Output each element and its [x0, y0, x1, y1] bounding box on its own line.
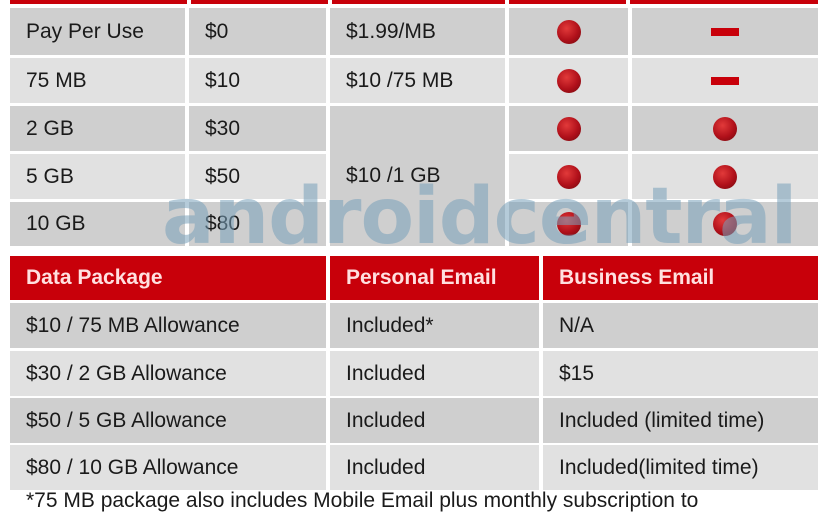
plan-name: 75 MB	[10, 58, 185, 103]
check-icon	[713, 116, 737, 141]
business-email-cell: $15	[543, 351, 818, 396]
feature-cell	[632, 58, 818, 103]
feature-cell	[632, 8, 818, 55]
plan-price: $80	[189, 202, 326, 246]
plan-overage-merged: $10 /1 GB	[330, 106, 505, 246]
feature-cell	[509, 8, 628, 55]
footnote: *75 MB package also includes Mobile Emai…	[26, 489, 699, 512]
plan-name: 10 GB	[10, 202, 185, 246]
column-separator	[328, 0, 332, 4]
feature-cell	[509, 202, 628, 246]
check-icon	[556, 19, 581, 44]
header-data-package: Data Package	[10, 256, 326, 300]
business-email-cell: N/A	[543, 303, 818, 348]
plan-price: $0	[189, 8, 326, 55]
header-personal-email: Personal Email	[330, 256, 539, 300]
feature-cell	[509, 106, 628, 151]
header-business-email: Business Email	[543, 256, 818, 300]
column-separator	[187, 0, 191, 4]
plan-price: $10	[189, 58, 326, 103]
business-email-cell: Included (limited time)	[543, 398, 818, 443]
check-icon	[556, 164, 581, 189]
feature-cell	[509, 154, 628, 199]
personal-email-cell: Included	[330, 398, 539, 443]
feature-cell	[632, 154, 818, 199]
top-table-header-strip	[10, 0, 818, 4]
plan-price: $30	[189, 106, 326, 151]
plan-price: $50	[189, 154, 326, 199]
package-cell: $10 / 75 MB Allowance	[10, 303, 326, 348]
feature-cell	[632, 106, 818, 151]
feature-cell	[632, 202, 818, 246]
check-icon	[556, 212, 581, 236]
business-email-cell: Included(limited time)	[543, 445, 818, 490]
plan-overage: $10 /75 MB	[330, 58, 505, 103]
personal-email-cell: Included	[330, 445, 539, 490]
check-icon	[556, 68, 581, 93]
column-separator	[505, 0, 509, 4]
package-cell: $50 / 5 GB Allowance	[10, 398, 326, 443]
check-icon	[713, 164, 737, 189]
plan-name: 5 GB	[10, 154, 185, 199]
check-icon	[713, 212, 737, 236]
column-separator	[626, 0, 630, 4]
dash-icon	[711, 76, 739, 85]
check-icon	[556, 116, 581, 141]
plan-name: Pay Per Use	[10, 8, 185, 55]
feature-cell	[509, 58, 628, 103]
package-cell: $80 / 10 GB Allowance	[10, 445, 326, 490]
personal-email-cell: Included	[330, 351, 539, 396]
plan-name: 2 GB	[10, 106, 185, 151]
personal-email-cell: Included*	[330, 303, 539, 348]
plan-overage: $1.99/MB	[330, 8, 505, 55]
package-cell: $30 / 2 GB Allowance	[10, 351, 326, 396]
dash-icon	[711, 27, 739, 36]
